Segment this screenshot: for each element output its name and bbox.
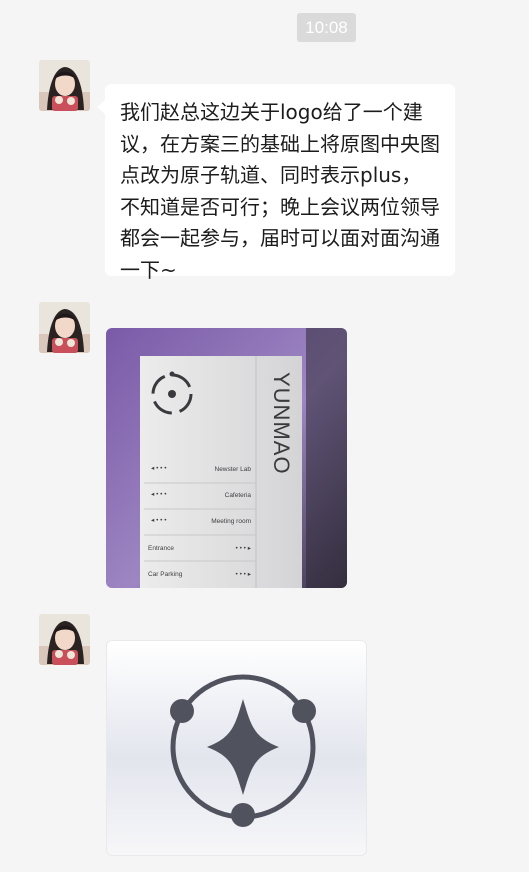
arrow-right-icon: • • • ▸ — [235, 545, 251, 552]
sign-row-label: Car Parking — [148, 571, 183, 578]
message-text: 我们赵总这边关于logo给了一个建议，在方案三的基础上将原图中央图点改为原子轨道… — [120, 100, 440, 282]
timestamp-badge: 10:08 — [297, 13, 356, 42]
arrow-left-icon: ◂ • • • — [151, 465, 167, 472]
sender-name — [104, 57, 116, 71]
message-bubble[interactable]: 我们赵总这边关于logo给了一个建议，在方案三的基础上将原图中央图点改为原子轨道… — [97, 84, 455, 282]
arrow-left-icon: ◂ • • • — [151, 517, 167, 524]
image-message-signage[interactable]: YUNMAO ◂ • • • Newster Lab ◂ • • • Cafet… — [106, 328, 347, 588]
sign-row-label: Entrance — [148, 545, 174, 552]
sign-row-label: Meeting room — [211, 518, 251, 525]
atom-plus-logo-icon — [107, 641, 366, 855]
avatar[interactable] — [39, 614, 90, 665]
signage-photo: YUNMAO ◂ • • • Newster Lab ◂ • • • Cafet… — [106, 328, 347, 588]
sign-row-label: Newster Lab — [215, 466, 252, 473]
arrow-right-icon: • • • ▸ — [235, 571, 251, 578]
image-message-logo[interactable] — [106, 640, 367, 856]
sender-name — [104, 610, 116, 624]
avatar[interactable] — [39, 60, 90, 111]
arrow-left-icon: ◂ • • • — [151, 491, 167, 498]
avatar[interactable] — [39, 302, 90, 353]
avatar-image — [39, 60, 90, 111]
avatar-image — [39, 302, 90, 353]
sender-name — [104, 298, 116, 312]
signage-brand: YUNMAO — [269, 372, 294, 475]
avatar-image — [39, 614, 90, 665]
sign-row-label: Cafeteria — [225, 492, 252, 499]
